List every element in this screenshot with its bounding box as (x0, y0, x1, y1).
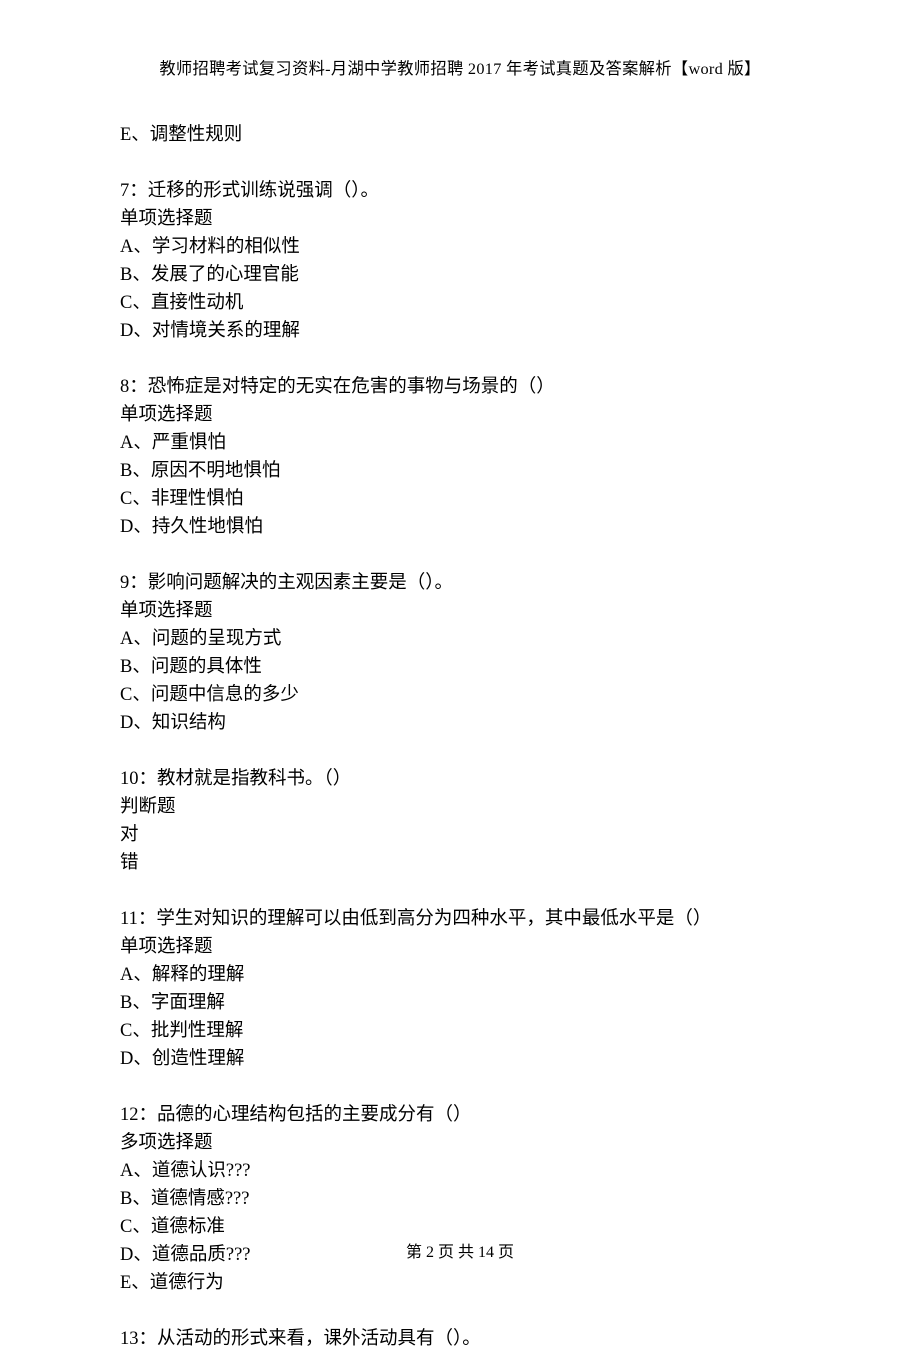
q9-option-a: A、问题的呈现方式 (120, 625, 800, 653)
q7-option-d: D、对情境关系的理解 (120, 317, 800, 345)
q7-option-a: A、学习材料的相似性 (120, 233, 800, 261)
content-body: E、调整性规则 7：迁移的形式训练说强调（）。 单项选择题 A、学习材料的相似性… (120, 121, 800, 1353)
question-9: 9：影响问题解决的主观因素主要是（）。 单项选择题 A、问题的呈现方式 B、问题… (120, 569, 800, 737)
q12-option-e: E、道德行为 (120, 1269, 800, 1297)
q7-type: 单项选择题 (120, 205, 800, 233)
q10-type: 判断题 (120, 793, 800, 821)
q11-option-d: D、创造性理解 (120, 1045, 800, 1073)
q9-option-b: B、问题的具体性 (120, 653, 800, 681)
q9-option-c: C、问题中信息的多少 (120, 681, 800, 709)
q11-option-b: B、字面理解 (120, 989, 800, 1017)
q8-option-b: B、原因不明地惧怕 (120, 457, 800, 485)
q7-stem: 7：迁移的形式训练说强调（）。 (120, 177, 800, 205)
q9-type: 单项选择题 (120, 597, 800, 625)
q8-stem: 8：恐怖症是对特定的无实在危害的事物与场景的（） (120, 373, 800, 401)
q12-stem: 12：品德的心理结构包括的主要成分有（） (120, 1101, 800, 1129)
q13-stem: 13：从活动的形式来看，课外活动具有（）。 (120, 1325, 800, 1353)
q11-stem: 11：学生对知识的理解可以由低到高分为四种水平，其中最低水平是（） (120, 905, 800, 933)
question-7: 7：迁移的形式训练说强调（）。 单项选择题 A、学习材料的相似性 B、发展了的心… (120, 177, 800, 345)
page-footer: 第 2 页 共 14 页 (0, 1238, 920, 1262)
q7-option-c: C、直接性动机 (120, 289, 800, 317)
question-8: 8：恐怖症是对特定的无实在危害的事物与场景的（） 单项选择题 A、严重惧怕 B、… (120, 373, 800, 541)
q10-stem: 10：教材就是指教科书。（） (120, 765, 800, 793)
question-10: 10：教材就是指教科书。（） 判断题 对 错 (120, 765, 800, 877)
q11-option-a: A、解释的理解 (120, 961, 800, 989)
q12-option-c: C、道德标准 (120, 1213, 800, 1241)
header-prefix: 教师招聘考试复习资料-月湖中学教师招聘 2017 年考试真题及答案解析【 (159, 59, 688, 78)
page: 教师招聘考试复习资料-月湖中学教师招聘 2017 年考试真题及答案解析【word… (0, 0, 920, 1302)
q11-option-c: C、批判性理解 (120, 1017, 800, 1045)
q12-option-a: A、道德认识??? (120, 1157, 800, 1185)
q9-option-d: D、知识结构 (120, 709, 800, 737)
q8-option-a: A、严重惧怕 (120, 429, 800, 457)
q12-option-b: B、道德情感??? (120, 1185, 800, 1213)
q8-option-c: C、非理性惧怕 (120, 485, 800, 513)
q8-option-d: D、持久性地惧怕 (120, 513, 800, 541)
question-12: 12：品德的心理结构包括的主要成分有（） 多项选择题 A、道德认识??? B、道… (120, 1101, 800, 1297)
question-13: 13：从活动的形式来看，课外活动具有（）。 (120, 1325, 800, 1353)
question-11: 11：学生对知识的理解可以由低到高分为四种水平，其中最低水平是（） 单项选择题 … (120, 905, 800, 1073)
page-header: 教师招聘考试复习资料-月湖中学教师招聘 2017 年考试真题及答案解析【word… (120, 55, 800, 79)
q11-type: 单项选择题 (120, 933, 800, 961)
q12-type: 多项选择题 (120, 1129, 800, 1157)
q8-type: 单项选择题 (120, 401, 800, 429)
option-e: E、调整性规则 (120, 121, 800, 149)
q7-option-b: B、发展了的心理官能 (120, 261, 800, 289)
header-suffix: 版】 (723, 59, 761, 78)
q10-option-false: 错 (120, 849, 800, 877)
header-word: word (688, 59, 723, 78)
q10-option-true: 对 (120, 821, 800, 849)
q9-stem: 9：影响问题解决的主观因素主要是（）。 (120, 569, 800, 597)
block-6e: E、调整性规则 (120, 121, 800, 149)
